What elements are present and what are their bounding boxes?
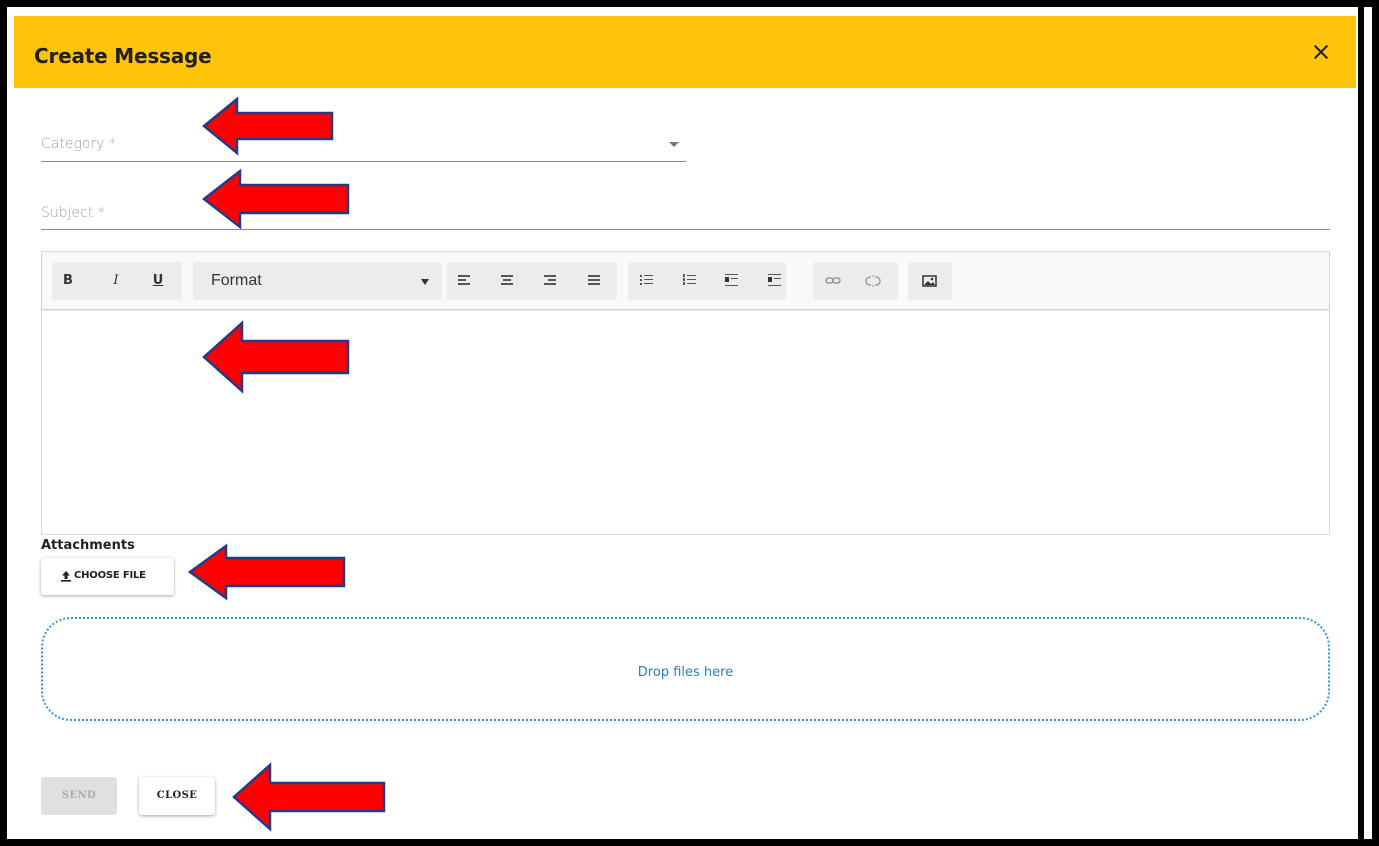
link-icon[interactable] bbox=[825, 274, 841, 288]
bold-button[interactable]: B bbox=[57, 272, 79, 290]
attachments-label: Attachments bbox=[41, 538, 135, 553]
subject-label: Subject * bbox=[41, 205, 105, 221]
close-button[interactable]: CLOSE bbox=[139, 777, 215, 815]
align-left-icon[interactable] bbox=[458, 274, 472, 288]
unlink-icon[interactable] bbox=[865, 274, 881, 288]
annotation-arrow-subject bbox=[201, 168, 350, 230]
underline-button[interactable]: U bbox=[147, 272, 169, 290]
align-justify-icon[interactable] bbox=[588, 274, 602, 288]
upload-icon bbox=[61, 571, 71, 582]
bulleted-list-icon[interactable] bbox=[640, 274, 654, 288]
italic-button[interactable]: I bbox=[105, 272, 127, 290]
text-style-group: B I U bbox=[52, 262, 182, 300]
image-icon[interactable] bbox=[922, 274, 937, 288]
editor-toolbar: B I U Format bbox=[42, 252, 1329, 310]
category-label: Category * bbox=[41, 136, 116, 152]
numbered-list-icon[interactable] bbox=[683, 274, 697, 288]
close-icon[interactable] bbox=[1309, 40, 1333, 64]
window-edge bbox=[1358, 0, 1364, 846]
align-right-icon[interactable] bbox=[544, 274, 558, 288]
link-group bbox=[813, 262, 898, 300]
caret-down-icon bbox=[421, 279, 429, 285]
format-select[interactable]: Format bbox=[193, 262, 442, 300]
category-select[interactable]: Category * bbox=[41, 120, 686, 162]
alignment-group bbox=[447, 262, 617, 300]
format-label: Format bbox=[211, 272, 262, 289]
drop-files-text: Drop files here bbox=[637, 665, 734, 680]
annotation-arrow-actions bbox=[232, 762, 386, 832]
indent-icon[interactable] bbox=[725, 274, 739, 288]
outdent-icon[interactable] bbox=[768, 274, 782, 288]
choose-file-label: CHOOSE FILE bbox=[74, 570, 146, 581]
align-center-icon[interactable] bbox=[501, 274, 515, 288]
file-drop-zone[interactable]: Drop files here bbox=[41, 617, 1330, 721]
choose-file-button[interactable]: CHOOSE FILE bbox=[41, 558, 174, 595]
annotation-arrow-category bbox=[202, 96, 334, 156]
category-underline bbox=[41, 161, 686, 162]
list-group bbox=[628, 262, 786, 300]
dialog-header: Create Message bbox=[14, 16, 1356, 88]
dialog-title: Create Message bbox=[34, 44, 212, 68]
annotation-arrow-attachments bbox=[187, 543, 346, 601]
chevron-down-icon bbox=[669, 142, 679, 147]
media-group bbox=[908, 262, 952, 300]
send-button[interactable]: SEND bbox=[41, 777, 117, 815]
annotation-arrow-editor bbox=[202, 320, 350, 394]
